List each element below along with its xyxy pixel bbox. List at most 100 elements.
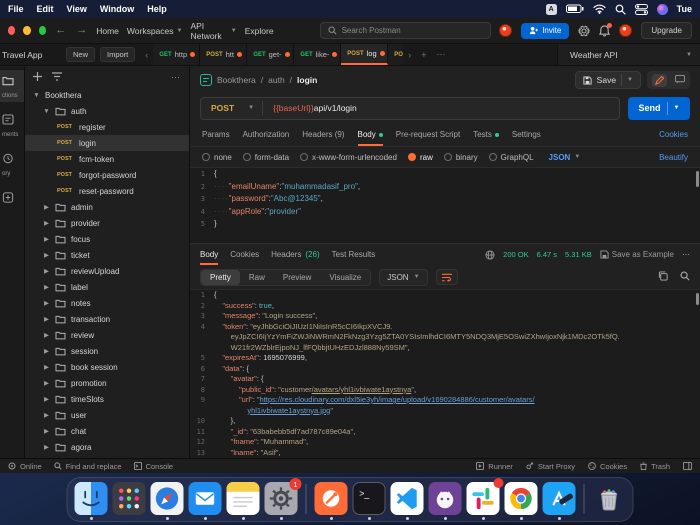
- open-request-tab[interactable]: GEThttp: [153, 44, 200, 65]
- comments-icon[interactable]: [675, 75, 685, 86]
- tree-folder[interactable]: ▶provider: [25, 215, 189, 231]
- tree-folder[interactable]: ▶notes: [25, 295, 189, 311]
- chevron-right-icon[interactable]: ▶: [43, 363, 50, 371]
- body-type-binary[interactable]: binary: [444, 153, 478, 162]
- nav-explore[interactable]: Explore: [245, 26, 274, 36]
- body-type-raw[interactable]: raw: [408, 153, 433, 162]
- cookies-link[interactable]: Cookies: [659, 130, 688, 139]
- response-tab-body[interactable]: Body: [200, 244, 218, 265]
- tree-folder[interactable]: ▶transaction: [25, 311, 189, 327]
- wifi-icon[interactable]: [593, 4, 606, 14]
- tree-folder[interactable]: ▶timeSlots: [25, 391, 189, 407]
- response-body-viewer[interactable]: 1{2 "success": true,3 "message": "Login …: [190, 289, 700, 458]
- input-source-indicator[interactable]: A: [546, 4, 557, 15]
- trash-button[interactable]: Trash: [640, 462, 670, 471]
- rail-item-add-box[interactable]: [0, 187, 24, 211]
- dock-notes-icon[interactable]: [227, 482, 260, 515]
- request-body-editor[interactable]: 1{2····"emailUname":"muhammadasif_pro",3…: [190, 167, 700, 243]
- view-pretty[interactable]: Pretty: [201, 270, 240, 285]
- scroll-tabs-right-icon[interactable]: ›: [403, 50, 416, 60]
- request-tab-headers-[interactable]: Headers (9): [302, 123, 344, 146]
- response-language-select[interactable]: JSON ▼: [379, 269, 427, 286]
- chevron-down-icon[interactable]: ▼: [33, 92, 40, 99]
- chevron-right-icon[interactable]: ▶: [43, 299, 50, 307]
- view-raw[interactable]: Raw: [240, 270, 274, 285]
- dock-terminal-icon[interactable]: >_: [353, 482, 386, 515]
- chevron-right-icon[interactable]: ▶: [43, 331, 50, 339]
- request-tab-body[interactable]: Body: [358, 123, 383, 146]
- dock-finder-icon[interactable]: [75, 482, 108, 515]
- beautify-link[interactable]: Beautify: [659, 153, 688, 162]
- notifications-bell-icon[interactable]: [599, 25, 610, 37]
- response-tab-headers[interactable]: Headers(26): [271, 244, 319, 265]
- request-tab-params[interactable]: Params: [202, 123, 230, 146]
- chevron-right-icon[interactable]: ▶: [43, 379, 50, 387]
- body-type-x-www-form-urlencoded[interactable]: x-www-form-urlencoded: [300, 153, 397, 162]
- body-type-form-data[interactable]: form-data: [243, 153, 289, 162]
- back-arrow-icon[interactable]: ←: [54, 25, 67, 36]
- scrollbar-thumb[interactable]: [696, 171, 699, 187]
- tree-folder[interactable]: ▶reviewUpload: [25, 263, 189, 279]
- search-input[interactable]: Search Postman: [320, 22, 492, 39]
- rail-item-history[interactable]: ory: [0, 148, 24, 180]
- body-type-GraphQL[interactable]: GraphQL: [489, 153, 534, 162]
- scroll-tabs-left-icon[interactable]: ‹: [140, 50, 153, 60]
- tree-folder[interactable]: ▼auth: [25, 103, 189, 119]
- filter-icon[interactable]: [52, 68, 62, 86]
- dock-trash-icon[interactable]: [593, 482, 626, 515]
- chevron-right-icon[interactable]: ▶: [43, 315, 50, 323]
- send-options-chevron-icon[interactable]: ▼: [674, 105, 680, 111]
- open-request-tab[interactable]: POSThtt: [200, 44, 247, 65]
- dock-launchpad-icon[interactable]: [113, 482, 146, 515]
- menu-bar-clock[interactable]: Tue: [677, 4, 692, 14]
- response-tab-test-results[interactable]: Test Results: [332, 244, 376, 265]
- tree-request[interactable]: POSTforgot-password: [25, 167, 189, 183]
- start-proxy-button[interactable]: Start Proxy: [526, 462, 575, 471]
- tree-collection[interactable]: ▼Bookthera: [25, 87, 189, 103]
- menu-view[interactable]: View: [67, 4, 87, 14]
- battery-icon[interactable]: [566, 4, 584, 14]
- add-collection-icon[interactable]: [33, 68, 42, 86]
- chevron-right-icon[interactable]: ▶: [43, 411, 50, 419]
- console-toggle[interactable]: Console: [134, 462, 174, 471]
- request-tab-pre-request-script[interactable]: Pre-request Script: [396, 123, 460, 146]
- network-globe-icon[interactable]: [485, 250, 495, 260]
- tree-folder[interactable]: ▶session: [25, 343, 189, 359]
- tree-folder[interactable]: ▶user: [25, 407, 189, 423]
- tree-request[interactable]: POSTfcm-token: [25, 151, 189, 167]
- tab-options-icon[interactable]: ⋯: [432, 49, 451, 60]
- menu-file[interactable]: File: [8, 4, 24, 14]
- open-request-tab[interactable]: POSTregist: [388, 44, 403, 65]
- search-response-icon[interactable]: [680, 268, 690, 286]
- breadcrumb-collection[interactable]: Bookthera: [217, 75, 256, 85]
- invite-button[interactable]: Invite: [521, 23, 569, 39]
- menu-help[interactable]: Help: [147, 4, 167, 14]
- dock-appstore-icon[interactable]: [543, 482, 576, 515]
- open-request-tab[interactable]: GETlike-: [294, 44, 341, 65]
- response-tab-cookies[interactable]: Cookies: [230, 244, 259, 265]
- save-as-example-button[interactable]: Save as Example: [600, 250, 674, 259]
- chevron-right-icon[interactable]: ▶: [43, 203, 50, 211]
- copy-icon[interactable]: [658, 268, 668, 286]
- find-and-replace[interactable]: Find and replace: [54, 462, 122, 471]
- view-visualize[interactable]: Visualize: [320, 270, 370, 285]
- nav-home[interactable]: Home: [96, 26, 119, 36]
- rail-item-collections[interactable]: ctions: [0, 70, 24, 102]
- nav-workspaces[interactable]: Workspaces▼: [127, 26, 183, 36]
- runner-button[interactable]: Runner: [476, 462, 513, 471]
- dock-chrome-icon[interactable]: [505, 482, 538, 515]
- menu-edit[interactable]: Edit: [37, 4, 54, 14]
- online-status[interactable]: Online: [8, 462, 42, 471]
- control-center-icon[interactable]: [635, 4, 648, 15]
- save-options-chevron-icon[interactable]: ▼: [627, 77, 633, 83]
- dock-safari-icon[interactable]: [151, 482, 184, 515]
- tree-folder[interactable]: ▶book session: [25, 359, 189, 375]
- url-input[interactable]: {{baseUrl}}api/v1/login: [273, 103, 357, 113]
- send-button[interactable]: Send ▼: [628, 97, 690, 120]
- workspace-name[interactable]: Travel App: [0, 50, 66, 60]
- request-language-select[interactable]: JSON▼: [549, 153, 581, 162]
- cookies-button[interactable]: Cookies: [588, 462, 627, 471]
- new-tab-icon[interactable]: +: [416, 50, 431, 60]
- rail-item-environments[interactable]: ments: [0, 109, 24, 141]
- chevron-right-icon[interactable]: ▶: [43, 219, 50, 227]
